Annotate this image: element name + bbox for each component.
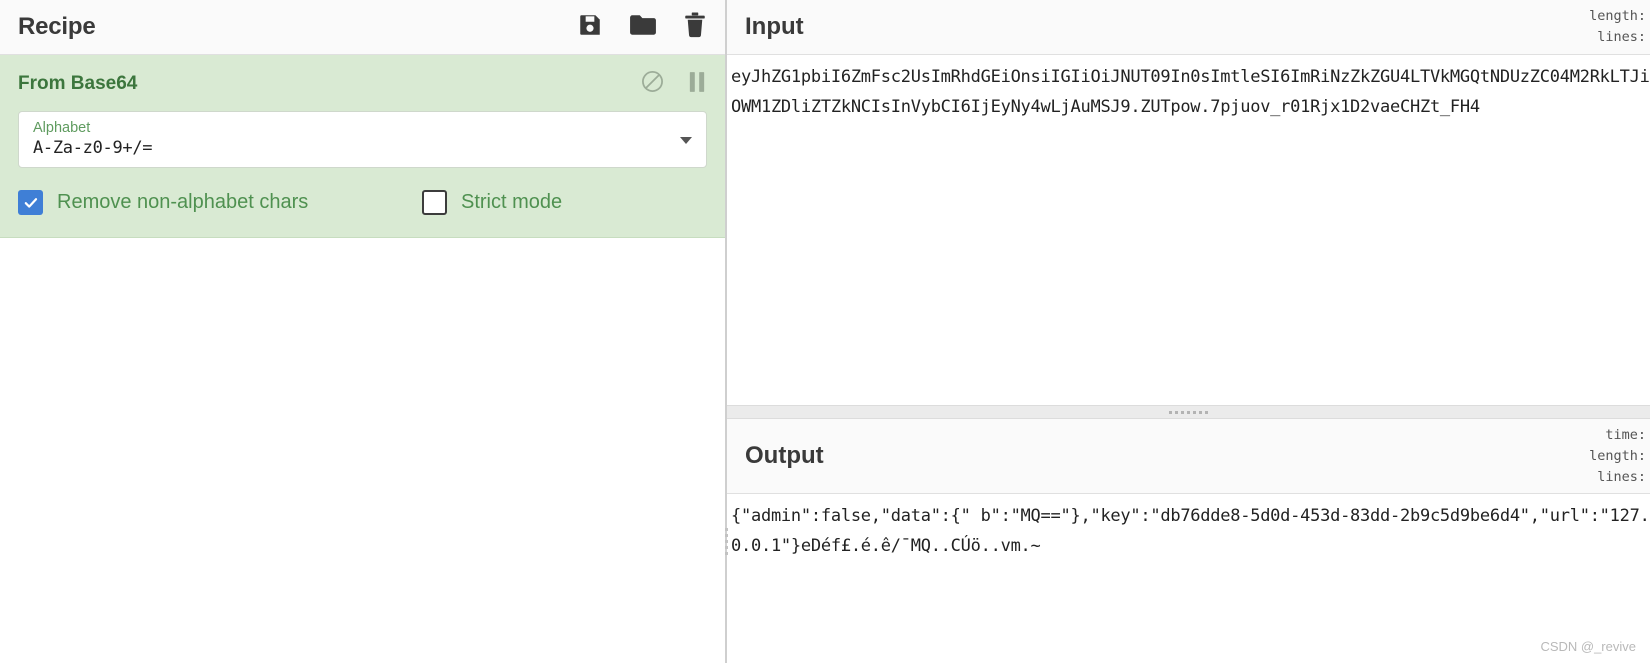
checkbox-strict-mode[interactable]: Strict mode <box>422 190 562 215</box>
recipe-toolbar <box>577 12 707 43</box>
folder-icon[interactable] <box>629 12 657 43</box>
checkbox-remove-non-alphabet-chars[interactable]: Remove non-alphabet chars <box>18 190 422 215</box>
output-lines-stat: lines: <box>1597 468 1646 485</box>
io-pane: Input length: lines: eyJhZG1pbiI6ZmFsc2U… <box>724 0 1650 663</box>
argument-label: Alphabet <box>33 119 91 136</box>
input-stats: length: lines: <box>1589 0 1646 54</box>
output-length-stat: length: <box>1589 447 1646 464</box>
checkbox-label: Remove non-alphabet chars <box>57 191 309 213</box>
output-title: Output <box>745 442 824 469</box>
recipe-title-bar: Recipe <box>0 0 725 55</box>
checkbox-label: Strict mode <box>461 191 563 213</box>
input-length-stat: length: <box>1589 8 1646 24</box>
watermark: CSDN @_revive <box>1540 639 1636 654</box>
grip-icon <box>1169 410 1208 414</box>
chevron-down-icon[interactable] <box>680 136 692 144</box>
input-lines-stat: lines: <box>1597 29 1646 45</box>
cyberchef-app: Recipe From Base64 Alphabet A-Za-z0-9+/=… <box>0 0 1650 663</box>
save-icon[interactable] <box>577 12 603 43</box>
trash-icon[interactable] <box>683 12 707 43</box>
output-pane: Output time: length: lines: {"admin":fal… <box>724 419 1650 663</box>
pause-icon[interactable] <box>687 71 707 98</box>
disable-icon[interactable] <box>640 69 665 99</box>
io-splitter[interactable] <box>727 405 1650 419</box>
recipe-operation-from-base64[interactable]: From Base64 Alphabet A-Za-z0-9+/= Remove… <box>0 55 725 238</box>
output-textarea[interactable]: {"admin":false,"data":{" b":"MQ=="},"key… <box>727 494 1650 663</box>
input-title: Input <box>745 13 804 40</box>
operation-title: From Base64 <box>18 73 138 94</box>
argument-value[interactable]: A-Za-z0-9+/= <box>33 137 153 159</box>
argument-alphabet[interactable]: Alphabet A-Za-z0-9+/= <box>18 111 707 168</box>
argument-checkboxes: Remove non-alphabet chars Strict mode <box>18 190 707 215</box>
operation-controls <box>640 69 707 99</box>
output-stats: time: length: lines: <box>1589 419 1646 493</box>
page-title: Recipe <box>18 13 96 40</box>
operation-header: From Base64 <box>18 69 707 99</box>
recipe-operation-list[interactable]: From Base64 Alphabet A-Za-z0-9+/= Remove… <box>0 55 725 663</box>
output-time-stat: time: <box>1605 426 1646 443</box>
output-header: Output time: length: lines: <box>727 419 1650 494</box>
input-textarea[interactable]: eyJhZG1pbiI6ZmFsc2UsImRhdGEiOnsiIGIiOiJN… <box>727 55 1650 405</box>
recipe-pane: Recipe From Base64 Alphabet A-Za-z0-9+/=… <box>0 0 727 663</box>
checkbox-box-checked[interactable] <box>18 190 43 215</box>
input-header: Input length: lines: <box>727 0 1650 55</box>
checkbox-box-unchecked[interactable] <box>422 190 447 215</box>
